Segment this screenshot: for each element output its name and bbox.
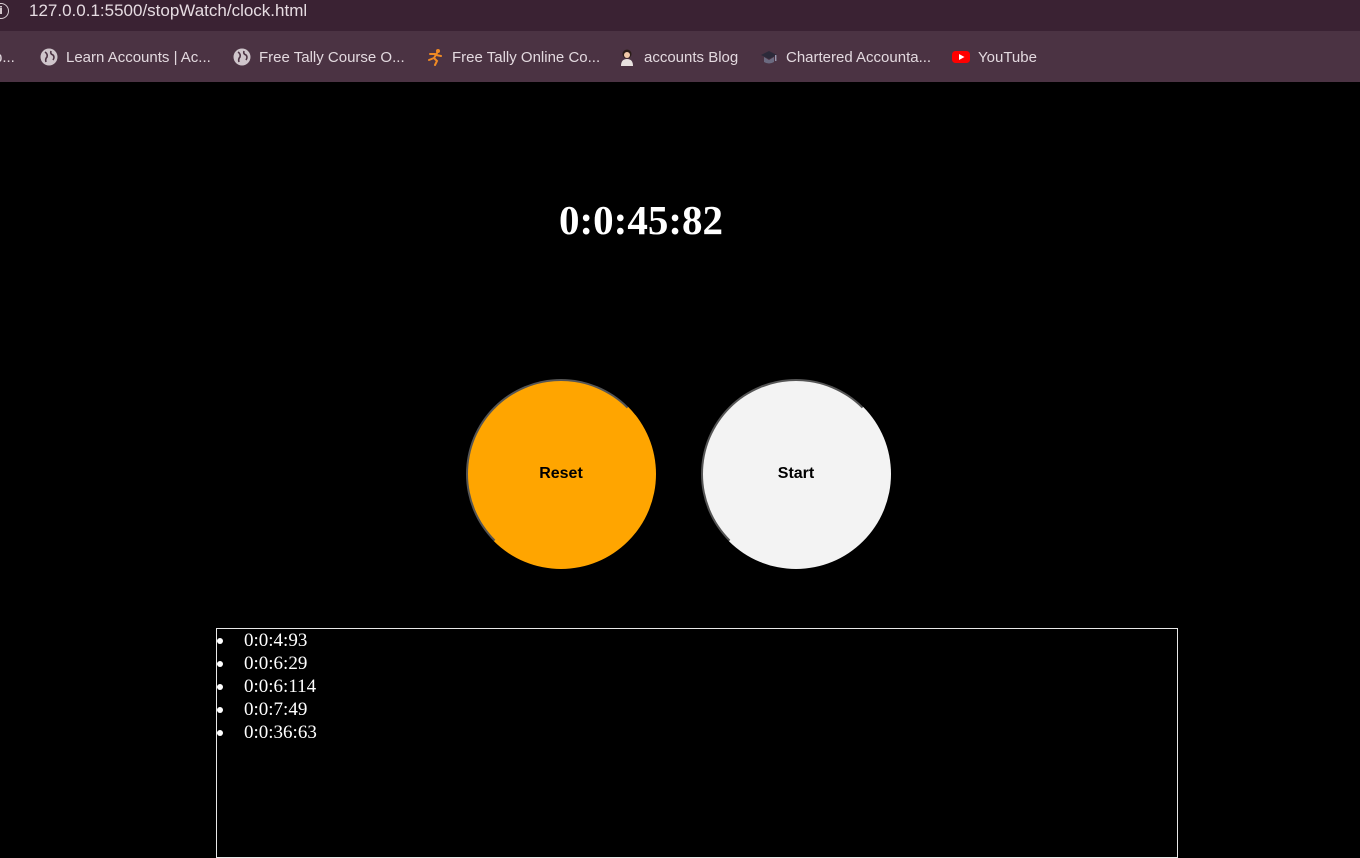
bookmark-youtube[interactable]: YouTube xyxy=(952,44,1037,70)
person-icon xyxy=(621,49,633,66)
youtube-icon xyxy=(952,51,970,63)
bookmark-learn-accounts[interactable]: Learn Accounts | Ac... xyxy=(40,44,211,70)
bookmark-chartered-accountant[interactable]: Chartered Accounta... xyxy=(760,44,931,70)
lap-item: 0:0:6:114 xyxy=(217,675,1177,698)
bookmark-label: YouTube xyxy=(978,48,1037,66)
bookmark-label: Chartered Accounta... xyxy=(786,48,932,66)
bookmark-label: p... xyxy=(0,48,15,66)
bookmark-free-tally-course[interactable]: Free Tally Course O... xyxy=(233,44,405,70)
lap-item: 0:0:36:63 xyxy=(217,721,1177,744)
site-info-icon[interactable]: i xyxy=(0,3,9,19)
start-button[interactable]: Start xyxy=(701,379,891,569)
bookmark-accounts-blog[interactable]: accounts Blog xyxy=(618,44,738,70)
bookmark-free-tally-online[interactable]: Free Tally Online Co... xyxy=(426,44,600,70)
globe-icon xyxy=(40,48,58,66)
lap-item: 0:0:4:93 xyxy=(217,629,1177,652)
runner-icon xyxy=(428,49,442,66)
stopwatch-time-display: 0:0:45:82 xyxy=(559,197,723,243)
bookmarks-bar: p... Learn Accounts | Ac... Free Tally C… xyxy=(0,31,1360,82)
address-bar: i 127.0.0.1:5500/stopWatch/clock.html xyxy=(0,0,1360,31)
lap-item: 0:0:6:29 xyxy=(217,652,1177,675)
lap-list: 0:0:4:93 0:0:6:29 0:0:6:114 0:0:7:49 0:0… xyxy=(216,628,1178,858)
bookmark-label: Free Tally Online Co... xyxy=(452,48,601,66)
url-text[interactable]: 127.0.0.1:5500/stopWatch/clock.html xyxy=(29,1,307,21)
lap-item: 0:0:7:49 xyxy=(217,698,1177,721)
bookmark-label: Free Tally Course O... xyxy=(259,48,405,66)
bookmark-label: accounts Blog xyxy=(644,48,739,66)
graduation-cap-icon xyxy=(761,51,777,64)
globe-icon xyxy=(233,48,251,66)
bookmark-item[interactable]: p... xyxy=(0,44,15,70)
bookmark-label: Learn Accounts | Ac... xyxy=(66,48,211,66)
reset-button[interactable]: Reset xyxy=(466,379,656,569)
